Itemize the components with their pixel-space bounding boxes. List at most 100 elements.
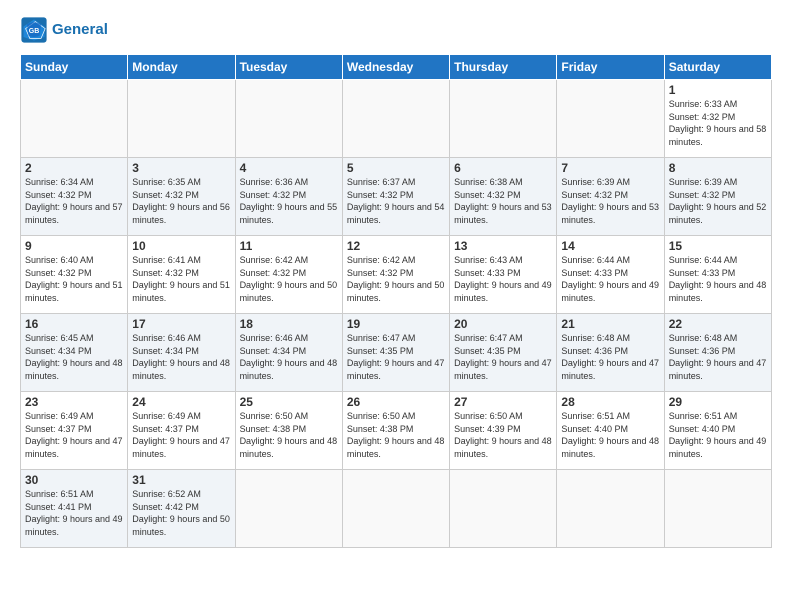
calendar-cell: 21Sunrise: 6:48 AM Sunset: 4:36 PM Dayli… — [557, 314, 664, 392]
day-info: Sunrise: 6:49 AM Sunset: 4:37 PM Dayligh… — [25, 410, 123, 460]
day-header-monday: Monday — [128, 55, 235, 80]
day-number: 25 — [240, 395, 338, 409]
day-info: Sunrise: 6:48 AM Sunset: 4:36 PM Dayligh… — [669, 332, 767, 382]
day-number: 9 — [25, 239, 123, 253]
day-info: Sunrise: 6:39 AM Sunset: 4:32 PM Dayligh… — [669, 176, 767, 226]
calendar-cell: 1Sunrise: 6:33 AM Sunset: 4:32 PM Daylig… — [664, 80, 771, 158]
day-info: Sunrise: 6:44 AM Sunset: 4:33 PM Dayligh… — [561, 254, 659, 304]
day-info: Sunrise: 6:51 AM Sunset: 4:40 PM Dayligh… — [561, 410, 659, 460]
day-info: Sunrise: 6:37 AM Sunset: 4:32 PM Dayligh… — [347, 176, 445, 226]
day-number: 11 — [240, 239, 338, 253]
day-info: Sunrise: 6:35 AM Sunset: 4:32 PM Dayligh… — [132, 176, 230, 226]
day-info: Sunrise: 6:44 AM Sunset: 4:33 PM Dayligh… — [669, 254, 767, 304]
calendar-cell: 22Sunrise: 6:48 AM Sunset: 4:36 PM Dayli… — [664, 314, 771, 392]
calendar-cell: 15Sunrise: 6:44 AM Sunset: 4:33 PM Dayli… — [664, 236, 771, 314]
header: GB General — [20, 16, 772, 44]
day-number: 21 — [561, 317, 659, 331]
day-number: 30 — [25, 473, 123, 487]
day-info: Sunrise: 6:42 AM Sunset: 4:32 PM Dayligh… — [240, 254, 338, 304]
day-number: 7 — [561, 161, 659, 175]
day-header-wednesday: Wednesday — [342, 55, 449, 80]
day-info: Sunrise: 6:51 AM Sunset: 4:40 PM Dayligh… — [669, 410, 767, 460]
page: GB General SundayMondayTuesdayWednesdayT… — [0, 0, 792, 612]
calendar-cell: 31Sunrise: 6:52 AM Sunset: 4:42 PM Dayli… — [128, 470, 235, 548]
day-number: 10 — [132, 239, 230, 253]
calendar-cell — [450, 80, 557, 158]
day-number: 23 — [25, 395, 123, 409]
day-info: Sunrise: 6:52 AM Sunset: 4:42 PM Dayligh… — [132, 488, 230, 538]
calendar-week-row: 1Sunrise: 6:33 AM Sunset: 4:32 PM Daylig… — [21, 80, 772, 158]
calendar-cell: 7Sunrise: 6:39 AM Sunset: 4:32 PM Daylig… — [557, 158, 664, 236]
calendar-cell: 11Sunrise: 6:42 AM Sunset: 4:32 PM Dayli… — [235, 236, 342, 314]
calendar-week-row: 2Sunrise: 6:34 AM Sunset: 4:32 PM Daylig… — [21, 158, 772, 236]
day-number: 28 — [561, 395, 659, 409]
day-info: Sunrise: 6:45 AM Sunset: 4:34 PM Dayligh… — [25, 332, 123, 382]
day-number: 1 — [669, 83, 767, 97]
day-header-sunday: Sunday — [21, 55, 128, 80]
logo-text: General — [52, 21, 108, 39]
svg-text:GB: GB — [29, 28, 40, 35]
day-number: 4 — [240, 161, 338, 175]
day-number: 5 — [347, 161, 445, 175]
calendar-cell: 19Sunrise: 6:47 AM Sunset: 4:35 PM Dayli… — [342, 314, 449, 392]
calendar-cell: 12Sunrise: 6:42 AM Sunset: 4:32 PM Dayli… — [342, 236, 449, 314]
calendar-week-row: 16Sunrise: 6:45 AM Sunset: 4:34 PM Dayli… — [21, 314, 772, 392]
day-info: Sunrise: 6:36 AM Sunset: 4:32 PM Dayligh… — [240, 176, 338, 226]
calendar-cell: 9Sunrise: 6:40 AM Sunset: 4:32 PM Daylig… — [21, 236, 128, 314]
day-number: 6 — [454, 161, 552, 175]
calendar-cell: 24Sunrise: 6:49 AM Sunset: 4:37 PM Dayli… — [128, 392, 235, 470]
calendar-cell: 5Sunrise: 6:37 AM Sunset: 4:32 PM Daylig… — [342, 158, 449, 236]
day-number: 16 — [25, 317, 123, 331]
day-header-tuesday: Tuesday — [235, 55, 342, 80]
day-info: Sunrise: 6:42 AM Sunset: 4:32 PM Dayligh… — [347, 254, 445, 304]
day-info: Sunrise: 6:46 AM Sunset: 4:34 PM Dayligh… — [132, 332, 230, 382]
logo: GB General — [20, 16, 108, 44]
calendar-cell — [21, 80, 128, 158]
calendar-cell — [342, 80, 449, 158]
day-number: 15 — [669, 239, 767, 253]
day-number: 31 — [132, 473, 230, 487]
day-info: Sunrise: 6:34 AM Sunset: 4:32 PM Dayligh… — [25, 176, 123, 226]
day-info: Sunrise: 6:47 AM Sunset: 4:35 PM Dayligh… — [454, 332, 552, 382]
day-info: Sunrise: 6:50 AM Sunset: 4:39 PM Dayligh… — [454, 410, 552, 460]
day-info: Sunrise: 6:33 AM Sunset: 4:32 PM Dayligh… — [669, 98, 767, 148]
calendar-cell — [557, 80, 664, 158]
calendar-cell: 25Sunrise: 6:50 AM Sunset: 4:38 PM Dayli… — [235, 392, 342, 470]
calendar-cell: 10Sunrise: 6:41 AM Sunset: 4:32 PM Dayli… — [128, 236, 235, 314]
calendar-cell: 26Sunrise: 6:50 AM Sunset: 4:38 PM Dayli… — [342, 392, 449, 470]
calendar-cell: 4Sunrise: 6:36 AM Sunset: 4:32 PM Daylig… — [235, 158, 342, 236]
day-header-friday: Friday — [557, 55, 664, 80]
calendar: SundayMondayTuesdayWednesdayThursdayFrid… — [20, 54, 772, 548]
calendar-cell: 6Sunrise: 6:38 AM Sunset: 4:32 PM Daylig… — [450, 158, 557, 236]
day-info: Sunrise: 6:46 AM Sunset: 4:34 PM Dayligh… — [240, 332, 338, 382]
day-number: 8 — [669, 161, 767, 175]
calendar-week-row: 23Sunrise: 6:49 AM Sunset: 4:37 PM Dayli… — [21, 392, 772, 470]
calendar-week-row: 9Sunrise: 6:40 AM Sunset: 4:32 PM Daylig… — [21, 236, 772, 314]
calendar-cell: 3Sunrise: 6:35 AM Sunset: 4:32 PM Daylig… — [128, 158, 235, 236]
day-info: Sunrise: 6:43 AM Sunset: 4:33 PM Dayligh… — [454, 254, 552, 304]
logo-line1: General — [52, 21, 108, 38]
calendar-cell: 20Sunrise: 6:47 AM Sunset: 4:35 PM Dayli… — [450, 314, 557, 392]
calendar-header-row: SundayMondayTuesdayWednesdayThursdayFrid… — [21, 55, 772, 80]
day-number: 2 — [25, 161, 123, 175]
day-info: Sunrise: 6:47 AM Sunset: 4:35 PM Dayligh… — [347, 332, 445, 382]
day-number: 12 — [347, 239, 445, 253]
calendar-cell: 17Sunrise: 6:46 AM Sunset: 4:34 PM Dayli… — [128, 314, 235, 392]
calendar-cell: 23Sunrise: 6:49 AM Sunset: 4:37 PM Dayli… — [21, 392, 128, 470]
day-number: 14 — [561, 239, 659, 253]
day-number: 27 — [454, 395, 552, 409]
calendar-cell: 14Sunrise: 6:44 AM Sunset: 4:33 PM Dayli… — [557, 236, 664, 314]
day-number: 3 — [132, 161, 230, 175]
day-info: Sunrise: 6:50 AM Sunset: 4:38 PM Dayligh… — [347, 410, 445, 460]
day-number: 17 — [132, 317, 230, 331]
day-info: Sunrise: 6:51 AM Sunset: 4:41 PM Dayligh… — [25, 488, 123, 538]
day-number: 26 — [347, 395, 445, 409]
day-info: Sunrise: 6:48 AM Sunset: 4:36 PM Dayligh… — [561, 332, 659, 382]
calendar-cell: 2Sunrise: 6:34 AM Sunset: 4:32 PM Daylig… — [21, 158, 128, 236]
calendar-cell: 18Sunrise: 6:46 AM Sunset: 4:34 PM Dayli… — [235, 314, 342, 392]
calendar-cell — [557, 470, 664, 548]
day-info: Sunrise: 6:40 AM Sunset: 4:32 PM Dayligh… — [25, 254, 123, 304]
day-info: Sunrise: 6:49 AM Sunset: 4:37 PM Dayligh… — [132, 410, 230, 460]
day-header-thursday: Thursday — [450, 55, 557, 80]
calendar-cell — [342, 470, 449, 548]
